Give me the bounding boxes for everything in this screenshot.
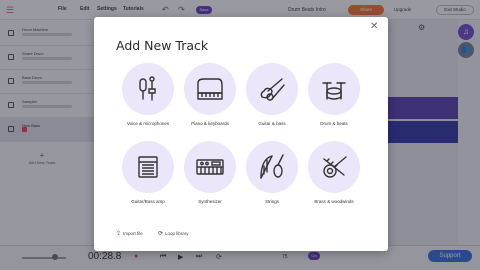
loop-library-link[interactable]: ⟳ Loop library	[158, 230, 189, 237]
tile-drums[interactable]: Drum & beats	[304, 63, 364, 126]
tile-strings[interactable]: Strings	[242, 141, 302, 204]
tile-label: Drum & beats	[320, 121, 348, 126]
tile-label: Voice & microphones	[126, 121, 170, 126]
tile-voice[interactable]: Voice & microphones	[118, 63, 178, 126]
tile-label: Brass & woodwinds	[314, 199, 354, 204]
tile-label: Synthesizer	[198, 199, 222, 204]
synthesizer-icon	[184, 141, 236, 193]
import-label: Import file	[123, 231, 143, 236]
microphone-icon	[122, 63, 174, 115]
import-file-link[interactable]: ⇪ Import file	[116, 230, 143, 237]
tile-label: Strings	[264, 199, 279, 204]
add-track-dialog: Add New Track ✕ Voice & microphones Pian…	[94, 17, 388, 251]
tile-piano[interactable]: Piano & keyboards	[180, 63, 240, 126]
tile-amp[interactable]: Guitar/Bass amp	[118, 141, 178, 204]
tile-label: Guitar & bass	[258, 121, 286, 126]
guitar-icon	[246, 63, 298, 115]
close-icon[interactable]: ✕	[370, 21, 378, 32]
tile-brass[interactable]: Brass & woodwinds	[304, 141, 364, 204]
tile-label: Piano & keyboards	[191, 121, 229, 126]
amp-icon	[122, 141, 174, 193]
tile-guitar[interactable]: Guitar & bass	[242, 63, 302, 126]
brass-icon	[308, 141, 360, 193]
tile-synth[interactable]: Synthesizer	[180, 141, 240, 204]
drum-icon	[308, 63, 360, 115]
strings-icon	[246, 141, 298, 193]
import-icon: ⇪	[116, 231, 122, 237]
loop-icon: ⟳	[158, 231, 164, 237]
tile-label: Guitar/Bass amp	[131, 199, 165, 204]
dialog-title: Add New Track	[116, 38, 209, 53]
piano-icon	[184, 63, 236, 115]
loop-label: Loop library	[165, 231, 189, 236]
